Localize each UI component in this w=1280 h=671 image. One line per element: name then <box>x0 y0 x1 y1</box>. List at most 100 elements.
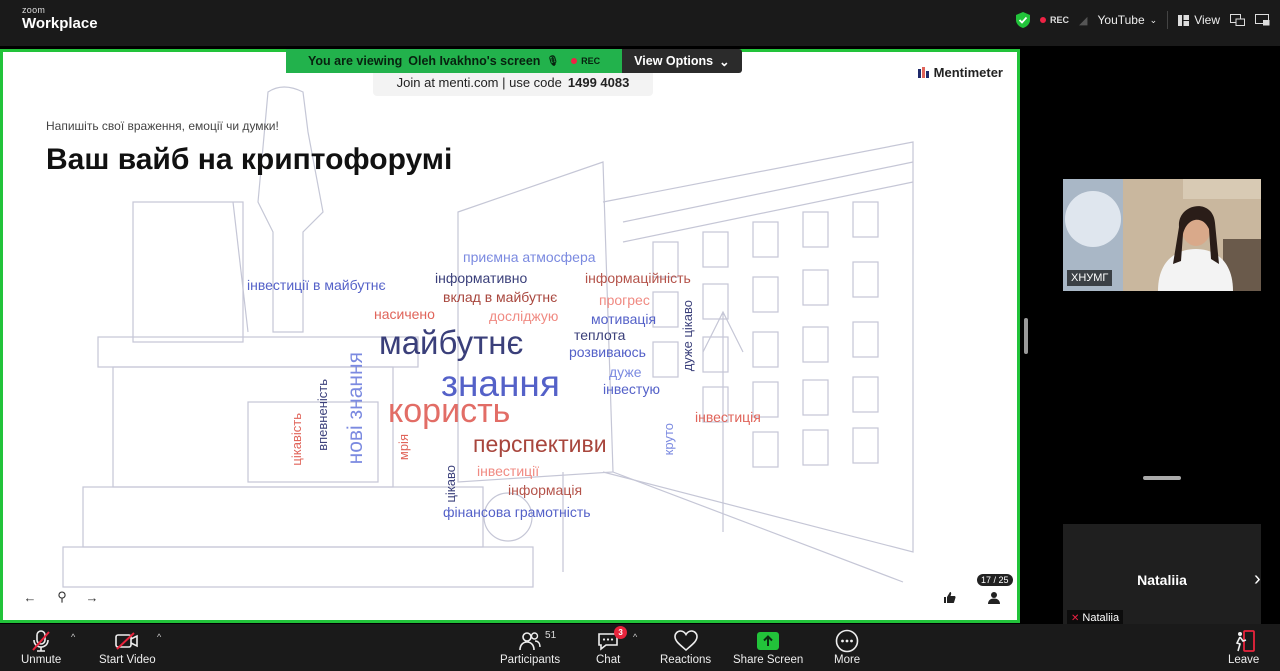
banner-rec: REC <box>571 56 600 66</box>
mentimeter-logo: Mentimeter <box>917 65 1003 80</box>
rec-dot-icon <box>571 58 578 64</box>
join-code: 1499 4083 <box>567 74 630 90</box>
join-text: Join at menti.com | use code <box>396 74 562 90</box>
reactions-button[interactable]: Reactions <box>660 628 711 666</box>
word-cloud-entry: досліджую <box>489 308 559 324</box>
more-button[interactable]: More <box>834 628 860 666</box>
previous-slide-button[interactable]: ← <box>17 584 43 610</box>
youtube-label: YouTube <box>1097 13 1145 27</box>
chevron-down-icon: ⌄ <box>1149 14 1158 25</box>
share-screen-icon <box>757 632 780 650</box>
word-cloud-entry: майбутнє <box>379 324 524 361</box>
chat-button[interactable]: 3 Chat <box>596 626 628 666</box>
mentimeter-label: Mentimeter <box>933 65 1003 80</box>
hint-lightbulb-icon[interactable]: ⚲ <box>49 584 75 610</box>
word-cloud-entry: дуже <box>609 364 642 380</box>
word-cloud-entry: цікаво <box>443 465 458 503</box>
chevron-down-icon: ⌄ <box>719 54 730 69</box>
divider <box>1167 11 1169 29</box>
next-slide-button[interactable]: → <box>79 584 105 610</box>
banner-rec-label: REC <box>581 56 601 66</box>
chevron-right-icon[interactable]: › <box>1254 568 1261 591</box>
leave-button[interactable]: Leave <box>1228 628 1259 666</box>
word-cloud-entry: інформаційність <box>585 270 691 286</box>
slide-title: Ваш вайб на криптофорумі <box>46 143 453 176</box>
word-cloud-entry: круто <box>661 423 676 456</box>
chat-label: Chat <box>596 654 621 666</box>
share-screen-button[interactable]: Share Screen <box>733 628 803 666</box>
unmute-label: Unmute <box>21 654 62 666</box>
word-cloud-entry: мрія <box>396 434 411 461</box>
word-cloud-entry: інвестую <box>603 381 660 397</box>
participant-video-tile[interactable]: ХНУМГ <box>1063 179 1261 291</box>
slide-subtitle: Напишіть свої враження, емоції чи думки! <box>46 119 279 133</box>
view-menu[interactable]: View <box>1178 13 1220 27</box>
word-cloud-entry: насичено <box>374 306 435 322</box>
word-cloud-entry: цікавість <box>289 413 304 466</box>
logo-big: Workplace <box>22 15 98 32</box>
word-cloud-entry: фінансова грамотність <box>443 504 591 520</box>
video-options-caret[interactable]: ^ <box>157 632 161 642</box>
video-off-icon <box>115 632 139 650</box>
word-cloud-entry: перспективи <box>473 431 607 457</box>
word-cloud-entry: інформація <box>508 482 583 498</box>
word-cloud-entry: інформативно <box>435 270 528 286</box>
participant-label-text: Nataliia <box>1082 612 1120 624</box>
start-video-label: Start Video <box>99 654 156 666</box>
view-options-button[interactable]: View Options ⌄ <box>622 49 742 73</box>
chat-badge: 3 <box>614 626 628 639</box>
picture-in-picture-icon[interactable] <box>1230 14 1245 26</box>
word-cloud-entry: інвестиція <box>695 409 761 425</box>
viewing-prefix: You are viewing <box>308 54 403 68</box>
audio-options-caret[interactable]: ^ <box>71 632 75 642</box>
mentimeter-mark-icon <box>917 67 929 78</box>
presenter-name: Oleh Ivakhno's screen <box>408 54 541 68</box>
start-video-button[interactable]: Start Video <box>99 628 156 666</box>
leave-label: Leave <box>1228 654 1260 666</box>
gallery-drag-handle[interactable] <box>1143 476 1181 480</box>
word-cloud-entry: приємна атмосфера <box>463 249 596 265</box>
leave-icon <box>1235 630 1255 652</box>
participant-name: Nataliia <box>1137 572 1187 588</box>
word-cloud-entry: нові знання <box>344 352 367 465</box>
word-cloud-entry: користь <box>388 392 511 430</box>
reactions-label: Reactions <box>660 654 712 666</box>
view-label: View <box>1194 13 1220 27</box>
bottom-toolbar: Unmute ^ Start Video ^ 51 Participants 3… <box>0 624 1280 671</box>
view-options-label: View Options <box>634 54 714 68</box>
word-cloud-entry: розвиваюсь <box>569 344 646 360</box>
chat-options-caret[interactable]: ^ <box>633 632 637 642</box>
logo-small: zoom <box>22 5 46 15</box>
participants-count: 51 <box>545 630 557 641</box>
participants-label: Participants <box>500 654 561 666</box>
word-cloud-entry: теплота <box>574 327 626 343</box>
word-cloud-entry: інвестиції в майбутнє <box>247 277 386 293</box>
rec-dot-icon <box>1040 17 1047 23</box>
word-cloud-entry: впевненість <box>315 379 330 451</box>
participant-name-tile[interactable]: Nataliia ✕ Nataliia <box>1063 524 1261 632</box>
share-banner: You are viewing Oleh Ivakhno's screen 🎙︎… <box>286 49 742 73</box>
word-cloud-entry: мотивація <box>591 311 657 327</box>
mic-muted-icon: 🎙︎ <box>546 55 560 67</box>
panel-resize-handle[interactable] <box>1024 318 1028 354</box>
more-label: More <box>834 654 861 666</box>
share-screen-label: Share Screen <box>733 654 804 666</box>
signal-icon[interactable]: ◢ <box>1079 14 1087 27</box>
recording-indicator[interactable]: REC <box>1040 15 1069 25</box>
unmute-button[interactable]: Unmute <box>21 628 61 666</box>
view-grid-icon <box>1178 14 1190 26</box>
thumbs-up-icon[interactable] <box>936 584 962 610</box>
heart-icon <box>673 630 698 652</box>
security-shield-icon[interactable] <box>1016 12 1031 28</box>
shared-screen: Join at menti.com | use code 1499 4083 M… <box>0 49 1020 623</box>
participant-label: ХНУМГ <box>1067 270 1113 286</box>
youtube-stream-menu[interactable]: YouTube ⌄ <box>1098 13 1158 27</box>
fullscreen-icon[interactable] <box>1255 14 1270 26</box>
audience-person-icon[interactable] <box>981 584 1007 610</box>
more-icon <box>835 629 859 653</box>
word-cloud-entry: вклад в майбутнє <box>443 289 558 305</box>
participants-icon <box>519 632 541 651</box>
participants-button[interactable]: 51 Participants <box>500 628 560 666</box>
mic-muted-icon <box>32 630 50 652</box>
word-cloud-entry: прогрес <box>599 292 650 308</box>
